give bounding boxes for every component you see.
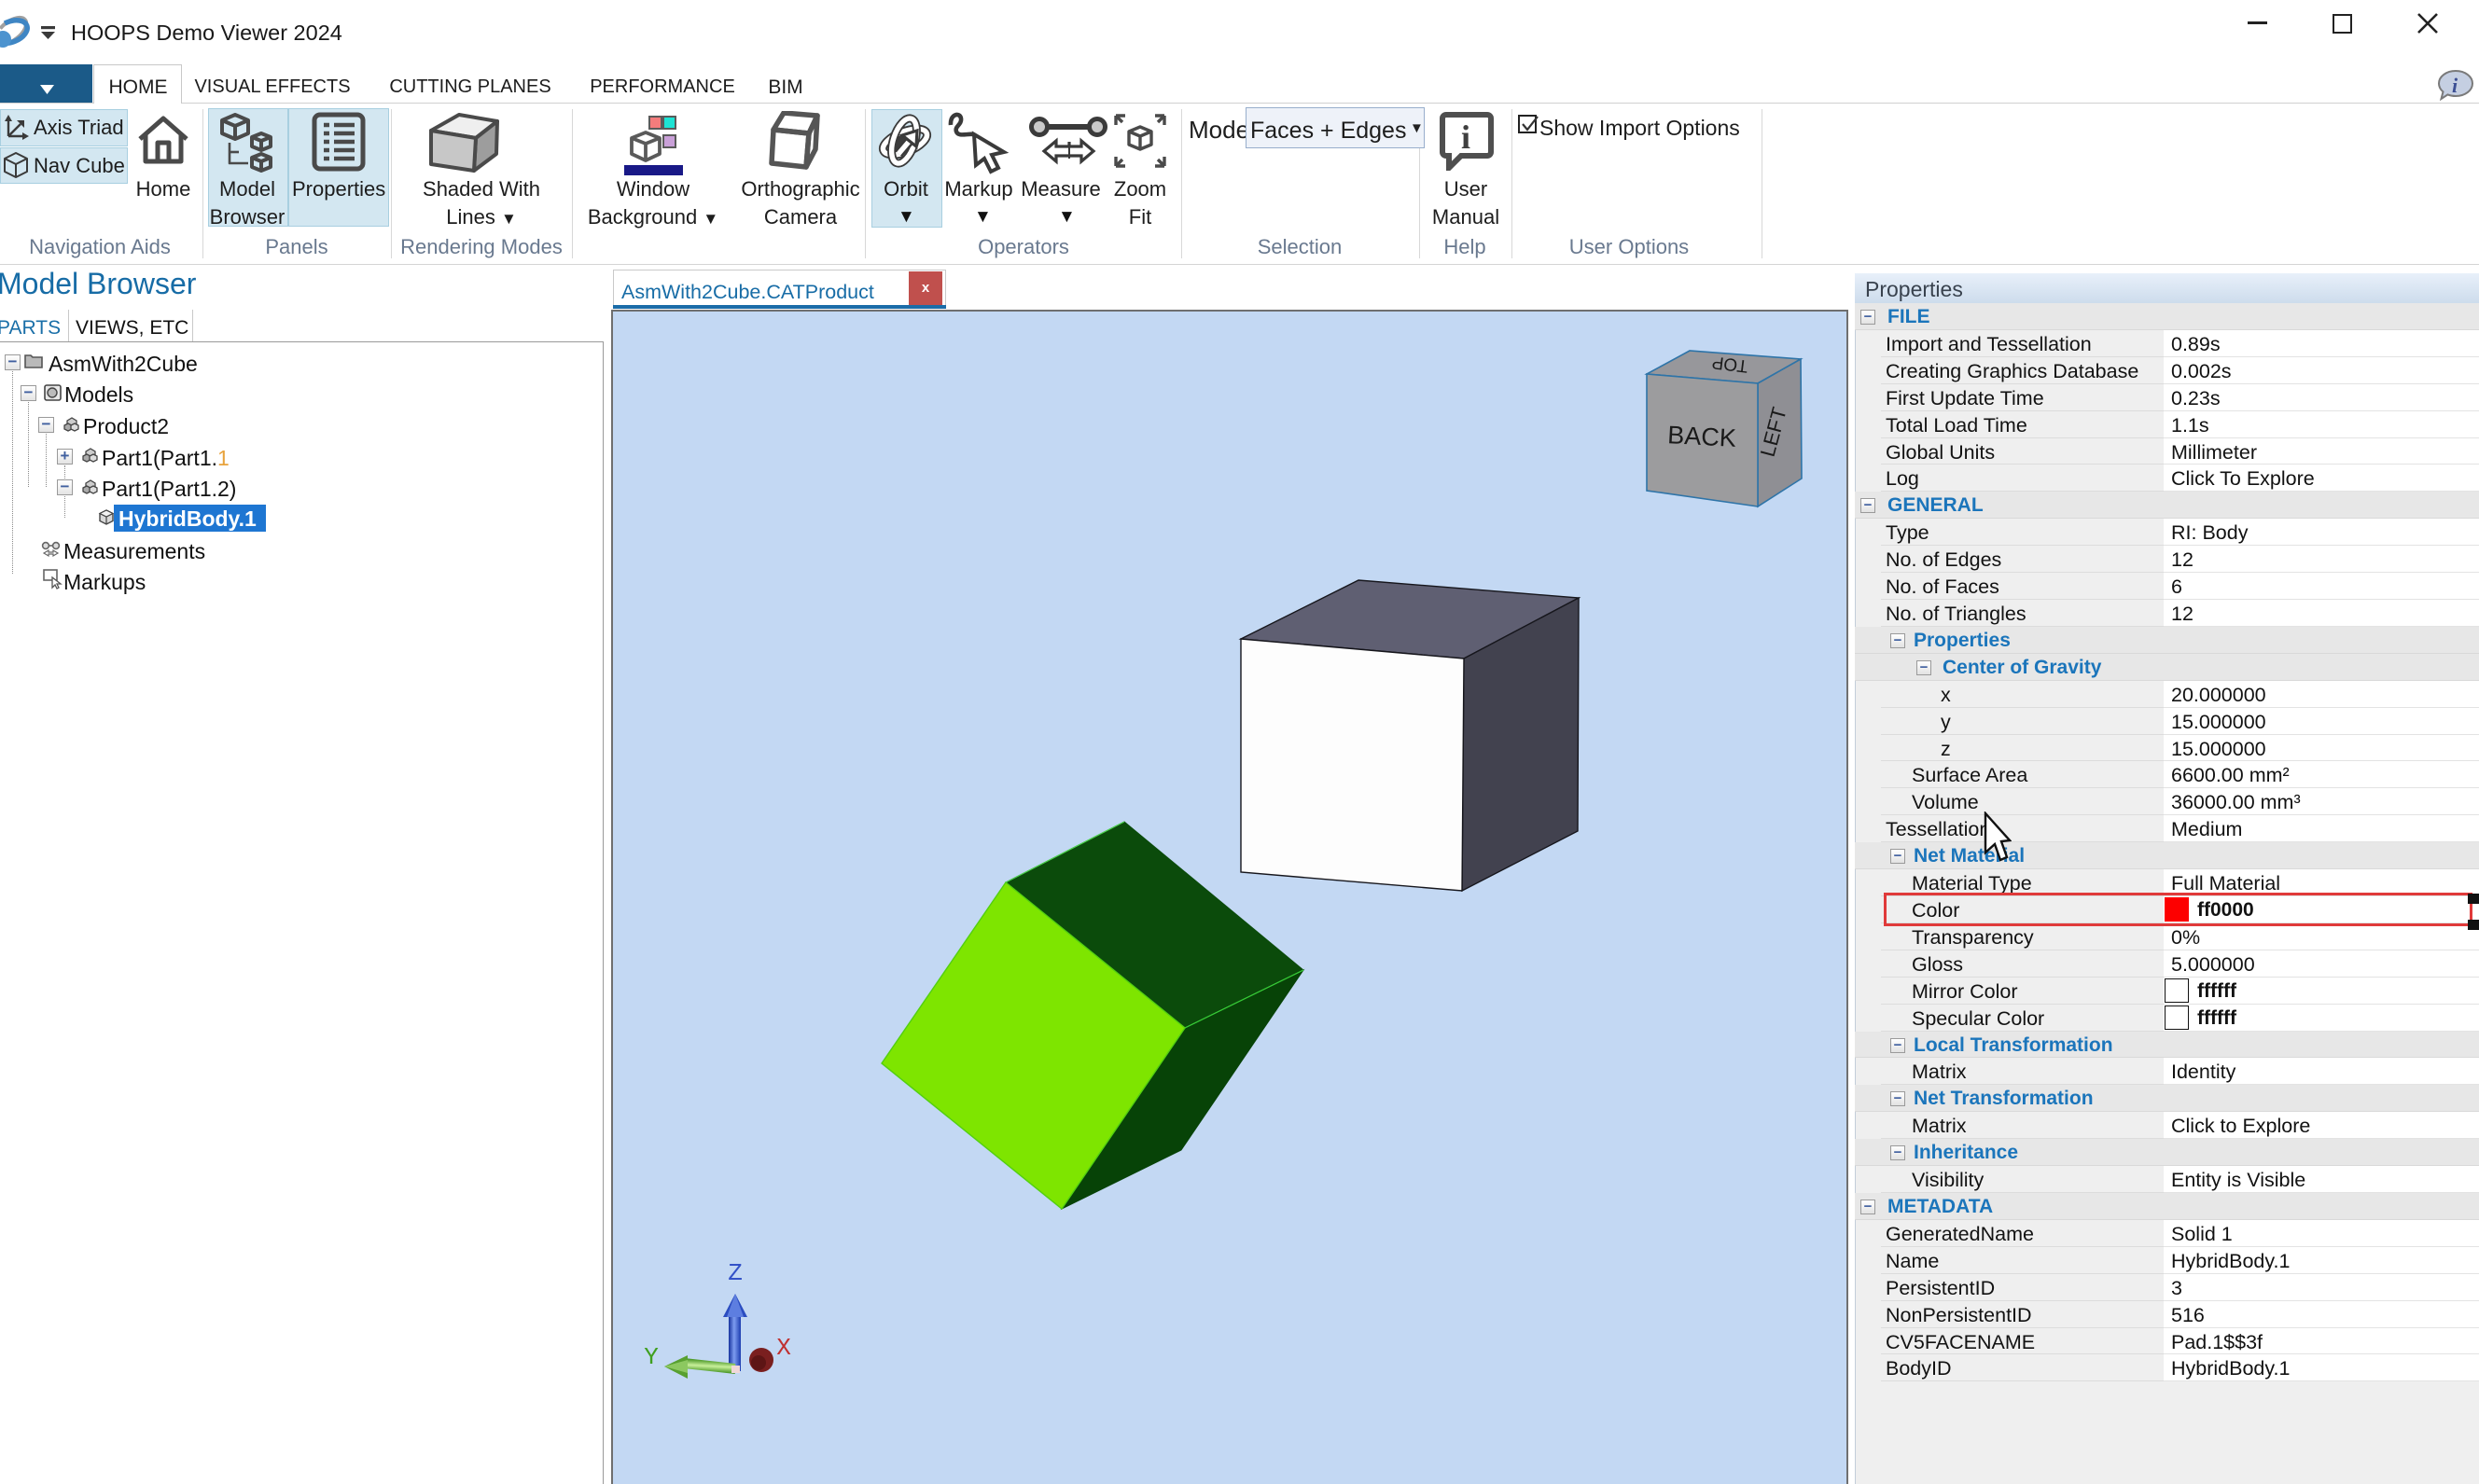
svg-text:Y: Y — [644, 1343, 659, 1371]
svg-text:BACK: BACK — [1667, 421, 1737, 452]
svg-text:i: i — [1461, 118, 1470, 156]
svg-text:X: X — [776, 1334, 791, 1362]
svg-text:Z: Z — [728, 1259, 743, 1287]
svg-text:i: i — [2452, 74, 2458, 97]
